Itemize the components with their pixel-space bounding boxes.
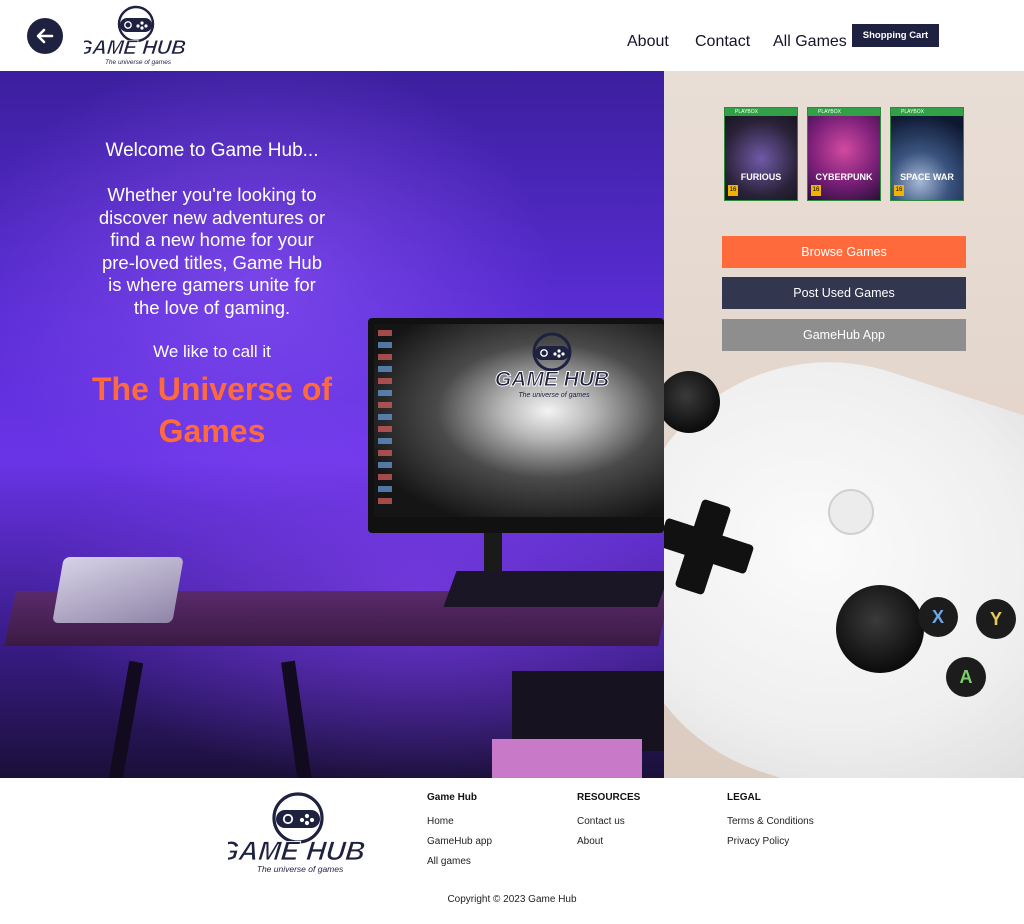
age-rating-badge: 16 <box>811 185 821 196</box>
age-rating-badge: 16 <box>728 185 738 196</box>
footer-column-gamehub: Game Hub Home GameHub app All games <box>427 792 492 876</box>
hero-intro: Whether you're looking to discover new a… <box>0 184 424 319</box>
xbox-home-button <box>828 489 874 535</box>
shopping-cart-button[interactable]: Shopping Cart <box>852 24 939 47</box>
footer-link-all-games[interactable]: All games <box>427 856 492 867</box>
footer-link-privacy[interactable]: Privacy Policy <box>727 836 814 847</box>
gamepad-logo-icon <box>117 5 155 43</box>
footer-heading: LEGAL <box>727 792 761 803</box>
logo-tagline: The universe of games <box>105 59 172 66</box>
site-header: GAME HUB The universe of games About Con… <box>0 0 1024 71</box>
footer-heading: Game Hub <box>427 792 478 803</box>
monitor-logo: GAME HUB The universe of games <box>494 332 610 399</box>
footer-link-home[interactable]: Home <box>427 816 492 827</box>
footer-link-contact[interactable]: Contact us <box>577 816 640 827</box>
game-card[interactable]: PLAYBOX CYBERPUNK 16 <box>807 107 881 201</box>
game-hub-logo[interactable]: GAME HUB The universe of games <box>84 4 188 68</box>
game-card[interactable]: PLAYBOX FURIOUS 16 <box>724 107 798 201</box>
desk-leg <box>106 660 144 778</box>
footer-heading: RESOURCES <box>577 792 641 803</box>
footer-logo-tagline: The universe of games <box>257 864 344 874</box>
platform-label: PLAYBOX <box>808 108 880 116</box>
monitor-logo-tagline: The universe of games <box>518 392 590 399</box>
hero-tagline-text: The Universe of Games <box>91 371 333 449</box>
back-button[interactable] <box>27 18 63 54</box>
right-thumbstick <box>836 585 924 673</box>
footer-logo-title: GAME HUB <box>228 835 367 866</box>
footer-column-legal: LEGAL Terms & Conditions Privacy Policy <box>727 792 814 856</box>
nav-about-link[interactable]: About <box>627 30 669 54</box>
game-title: SPACE WAR <box>900 172 954 182</box>
a-face-button: A <box>946 657 986 697</box>
footer-logo[interactable]: GAME HUB The universe of games <box>228 790 368 876</box>
keyboard-image <box>443 571 664 607</box>
browse-games-button[interactable]: Browse Games <box>722 236 966 268</box>
back-arrow-icon <box>36 28 54 44</box>
monitor-logo-title: GAME HUB <box>495 368 609 391</box>
footer-link-about[interactable]: About <box>577 836 640 847</box>
hero-tagline: The Universe of Games <box>0 368 424 452</box>
speaker-image <box>52 557 184 623</box>
hero-side-panel: PLAYBOX FURIOUS 16 PLAYBOX CYBERPUNK 16 … <box>664 71 1024 778</box>
x-face-button: X <box>918 597 958 637</box>
nav-contact-link[interactable]: Contact <box>695 30 750 54</box>
desk-leg <box>281 660 313 778</box>
copyright-text: Copyright © 2023 Game Hub <box>447 894 577 905</box>
gamehub-app-button[interactable]: GameHub App <box>722 319 966 351</box>
footer-link-gamehub-app[interactable]: GameHub app <box>427 836 492 847</box>
game-title: CYBERPUNK <box>815 172 873 182</box>
hero-call-it: We like to call it <box>153 342 271 361</box>
platform-label: PLAYBOX <box>725 108 797 116</box>
logo-title: GAME HUB <box>84 37 187 59</box>
gamepad-logo-icon <box>532 332 572 372</box>
game-title: FURIOUS <box>740 172 782 182</box>
post-used-games-button[interactable]: Post Used Games <box>722 277 966 309</box>
footer-link-terms[interactable]: Terms & Conditions <box>727 816 814 827</box>
footer-column-resources: RESOURCES Contact us About <box>577 792 640 856</box>
hero-intro-text: Whether you're looking to discover new a… <box>98 184 326 318</box>
age-rating-badge: 16 <box>894 185 904 196</box>
site-footer: GAME HUB The universe of games Game Hub … <box>0 778 1024 924</box>
crate-box <box>492 739 642 778</box>
y-face-button: Y <box>976 599 1016 639</box>
nav-all-games-link[interactable]: All Games <box>773 30 847 54</box>
hero-welcome: Welcome to Game Hub... <box>105 140 319 161</box>
hero-banner: GAME HUB The universe of games Welcome t… <box>0 71 664 778</box>
game-card[interactable]: PLAYBOX SPACE WAR 16 <box>890 107 964 201</box>
platform-label: PLAYBOX <box>891 108 963 116</box>
